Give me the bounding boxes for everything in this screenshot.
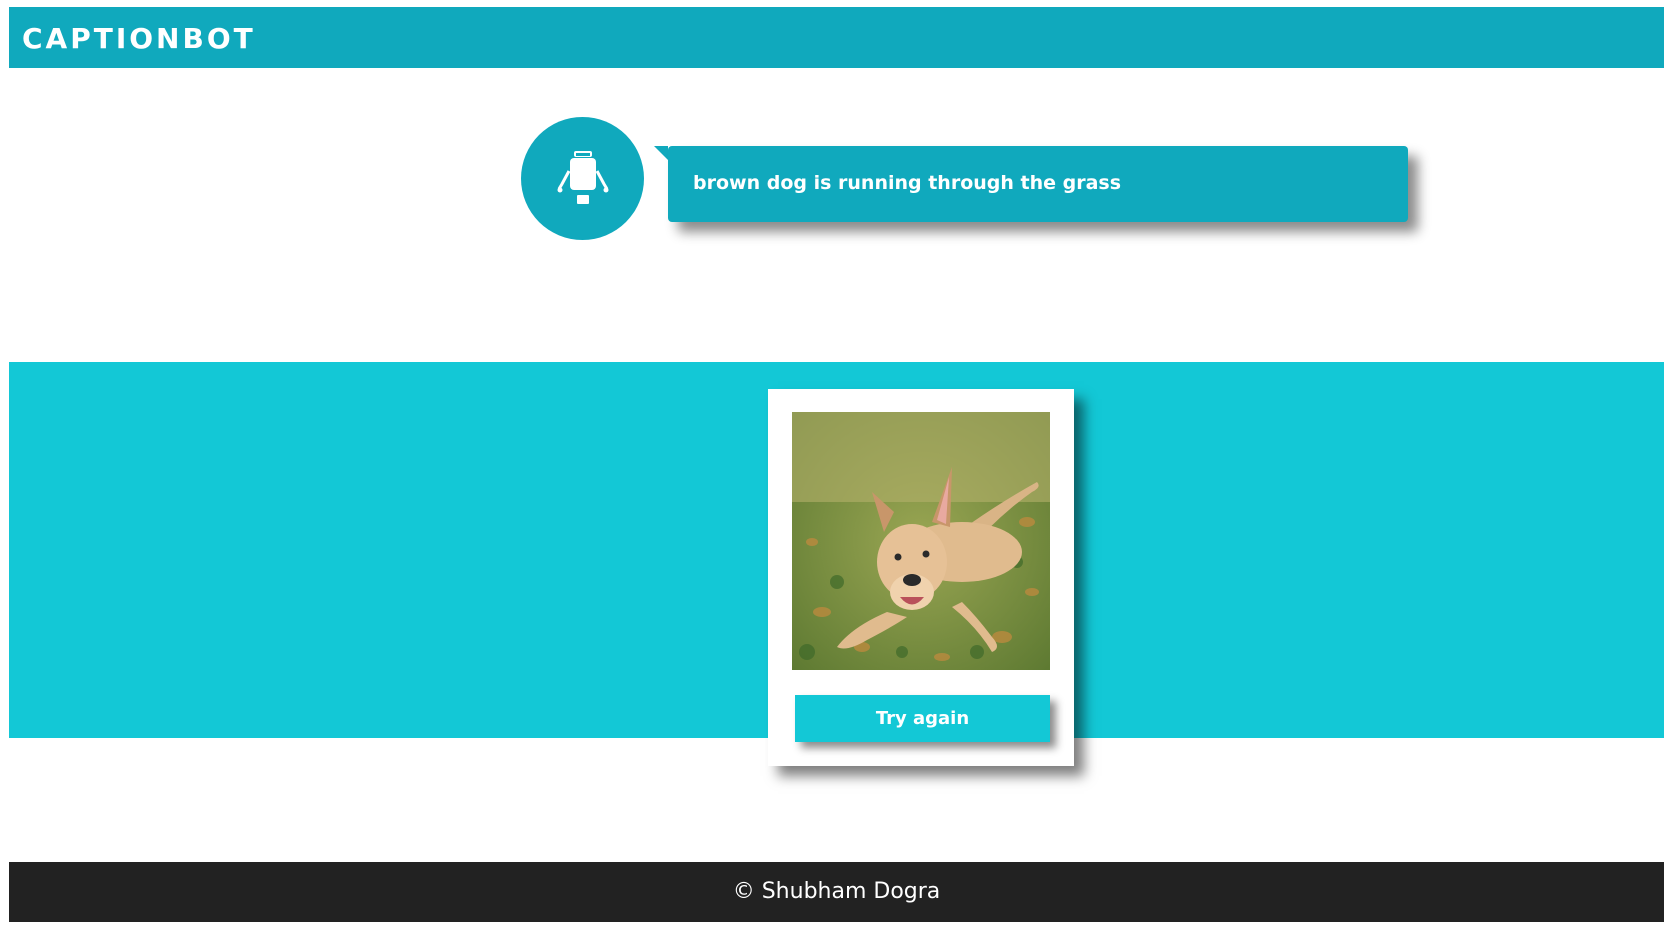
bot-avatar <box>521 117 644 240</box>
caption-text: brown dog is running through the grass <box>693 172 1122 194</box>
brand-logo[interactable]: CAPTIONBOT <box>22 22 256 55</box>
captionbot-page: CAPTIONBOT brown dog is running through … <box>0 0 1664 936</box>
try-again-button[interactable]: Try again <box>795 695 1050 742</box>
copyright-text: © Shubham Dogra <box>732 879 941 904</box>
image-card: Try again <box>768 389 1074 766</box>
dog-photo <box>792 412 1050 670</box>
navbar: CAPTIONBOT <box>9 7 1664 68</box>
bubble-tail <box>654 146 668 160</box>
robot-icon <box>557 151 609 204</box>
dog-image <box>792 412 1050 670</box>
footer: © Shubham Dogra <box>9 862 1664 922</box>
caption-bubble: brown dog is running through the grass <box>668 146 1408 222</box>
